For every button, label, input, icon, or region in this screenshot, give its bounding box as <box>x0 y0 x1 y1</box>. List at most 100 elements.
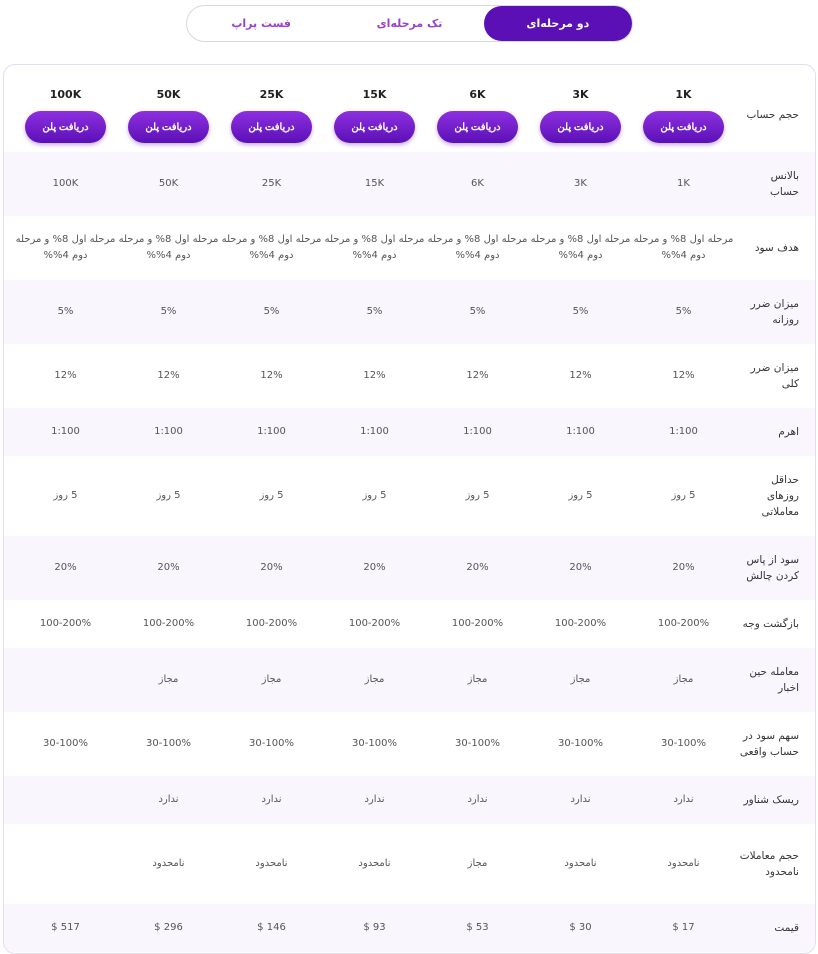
table-cell: 517 $ <box>51 922 80 933</box>
table-cell: 100-200% <box>451 618 504 629</box>
get-plan-button[interactable]: دریافت پلن <box>231 111 312 143</box>
row-label: سود از پاس کردن چالش <box>746 554 799 582</box>
table-cell: 30-100% <box>455 738 500 749</box>
table-cell: 20% <box>672 562 695 573</box>
table-cell: 1:100 <box>566 426 595 437</box>
table-cell: نامحدود <box>152 858 185 869</box>
table-cell: 6K <box>471 178 484 189</box>
tab-fast-prop[interactable]: فست پراپ <box>187 6 335 41</box>
table-cell: 12% <box>260 370 283 381</box>
table-cell: 30-100% <box>43 738 88 749</box>
row-label: حداقل روزهای معاملاتی <box>761 474 799 518</box>
table-cell: 30-100% <box>146 738 191 749</box>
table-cell: مجاز <box>158 674 179 685</box>
table-cell: 146 $ <box>257 922 286 933</box>
get-plan-button[interactable]: دریافت پلن <box>437 111 518 143</box>
table-cell: 5 روز <box>362 490 387 501</box>
table-cell: ندارد <box>158 794 179 805</box>
table-cell: ندارد <box>467 794 488 805</box>
table-cell: مرحله اول 8% و مرحله دوم 4%% <box>118 234 219 261</box>
table-cell: 15K <box>364 178 385 189</box>
table-cell: مجاز <box>467 674 488 685</box>
table-cell: مجاز <box>570 674 591 685</box>
tab-one-step[interactable]: تک مرحله‌ای <box>335 6 483 41</box>
table-cell: مجاز <box>673 674 694 685</box>
table-cell: 1:100 <box>669 426 698 437</box>
plan-column: 50K دریافت پلن <box>117 87 220 143</box>
row-label: معامله حین اخبار <box>749 666 799 694</box>
table-cell: 30-100% <box>661 738 706 749</box>
table-cell: نامحدود <box>667 858 700 869</box>
table-cell: ندارد <box>261 794 282 805</box>
table-cell: 100-200% <box>554 618 607 629</box>
table-cell: 12% <box>363 370 386 381</box>
table-cell: 1:100 <box>360 426 389 437</box>
table-cell: 1:100 <box>51 426 80 437</box>
row-label: سهم سود در حساب واقعی <box>739 730 799 758</box>
table-cell: 50K <box>158 178 179 189</box>
table-cell: 5 روز <box>671 490 696 501</box>
table-row: میزان ضرر روزانه 5% 5% 5% 5% 5% 5% 5% <box>4 280 815 344</box>
table-cell: 5% <box>469 306 486 317</box>
plan-size: 100K <box>49 88 82 101</box>
table-cell: مجاز <box>467 858 488 869</box>
table-cell: 5 روز <box>156 490 181 501</box>
get-plan-button[interactable]: دریافت پلن <box>334 111 415 143</box>
tab-two-step[interactable]: دو مرحله‌ای <box>483 6 632 41</box>
plan-column: 15K دریافت پلن <box>323 87 426 143</box>
table-row: معامله حین اخبار مجاز مجاز مجاز مجاز مجا… <box>4 648 815 712</box>
plan-column: 25K دریافت پلن <box>220 87 323 143</box>
row-label: حجم معاملات نامحدود <box>739 850 799 878</box>
table-cell: 20% <box>260 562 283 573</box>
table-cell: 20% <box>569 562 592 573</box>
table-cell: 100K <box>52 178 79 189</box>
table-cell: 93 $ <box>363 922 386 933</box>
table-cell: 30-100% <box>352 738 397 749</box>
row-label: هدف سود <box>754 242 799 254</box>
table-cell: 25K <box>261 178 282 189</box>
table-cell: 1:100 <box>463 426 492 437</box>
table-cell: ندارد <box>570 794 591 805</box>
table-cell: 1:100 <box>154 426 183 437</box>
table-cell: مرحله اول 8% و مرحله دوم 4%% <box>633 234 734 261</box>
table-cell: نامحدود <box>564 858 597 869</box>
table-row: سهم سود در حساب واقعی 30-100% 30-100% 30… <box>4 712 815 776</box>
table-cell: 30-100% <box>558 738 603 749</box>
table-row: حداقل روزهای معاملاتی 5 روز 5 روز 5 روز … <box>4 456 815 536</box>
table-cell: 5 روز <box>53 490 78 501</box>
table-cell: مرحله اول 8% و مرحله دوم 4%% <box>324 234 425 261</box>
get-plan-button[interactable]: دریافت پلن <box>25 111 106 143</box>
table-cell: 5% <box>572 306 589 317</box>
plan-column: 6K دریافت پلن <box>426 87 529 143</box>
table-cell: 5% <box>675 306 692 317</box>
table-cell: 12% <box>569 370 592 381</box>
get-plan-button[interactable]: دریافت پلن <box>540 111 621 143</box>
table-cell: 5 روز <box>568 490 593 501</box>
table-cell: 53 $ <box>466 922 489 933</box>
get-plan-button[interactable]: دریافت پلن <box>128 111 209 143</box>
table-cell: 1:100 <box>257 426 286 437</box>
table-row: حجم معاملات نامحدود نامحدود نامحدود مجاز… <box>4 824 815 904</box>
table-cell: مرحله اول 8% و مرحله دوم 4%% <box>530 234 631 261</box>
plan-column: 1K دریافت پلن <box>632 87 735 143</box>
row-label: اهرم <box>778 426 799 438</box>
table-cell: 12% <box>157 370 180 381</box>
plan-type-tabs: دو مرحله‌ای تک مرحله‌ای فست پراپ <box>186 5 633 42</box>
row-label: بالانس حساب <box>770 170 799 198</box>
table-row: بالانس حساب 1K 3K 6K 15K 25K 50K 100K <box>4 152 815 216</box>
row-label: بازگشت وجه <box>742 618 799 630</box>
table-cell: مرحله اول 8% و مرحله دوم 4%% <box>427 234 528 261</box>
row-label: میزان ضرر روزانه <box>750 298 799 326</box>
table-cell: مجاز <box>261 674 282 685</box>
table-cell: 30 $ <box>569 922 592 933</box>
table-cell: 100-200% <box>657 618 710 629</box>
table-cell: 20% <box>157 562 180 573</box>
table-cell: 12% <box>672 370 695 381</box>
row-label: ریسک شناور <box>743 794 799 806</box>
table-cell: 3K <box>574 178 587 189</box>
plan-column: 100K دریافت پلن <box>14 87 117 143</box>
table-cell: ندارد <box>364 794 385 805</box>
table-cell: 100-200% <box>39 618 92 629</box>
row-label: میزان ضرر کلی <box>750 362 799 390</box>
get-plan-button[interactable]: دریافت پلن <box>643 111 724 143</box>
